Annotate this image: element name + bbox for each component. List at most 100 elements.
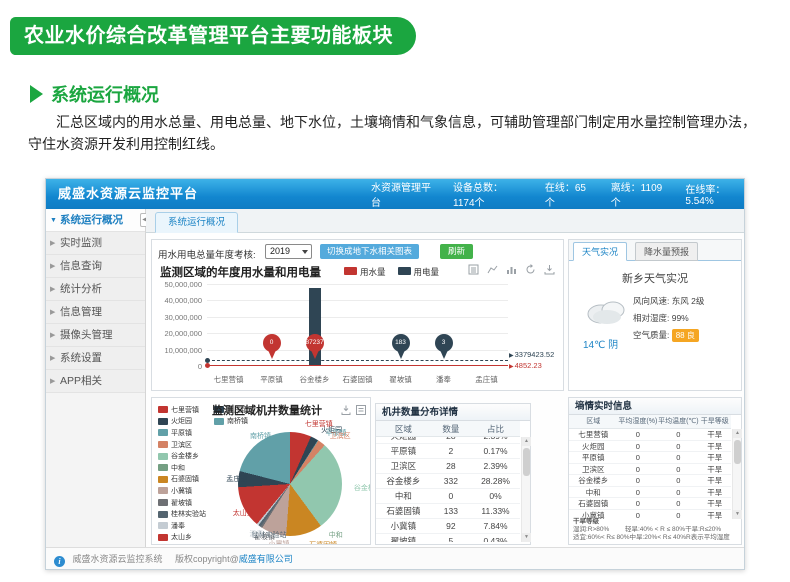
legend-label: 翟坡镇 [171, 498, 192, 508]
legend-water[interactable]: 用水量 [344, 266, 386, 278]
pie-legend-item-小冀镇[interactable]: 小冀镇 [158, 485, 206, 497]
gridline [207, 300, 508, 301]
table-row: 卫滨区282.39% [376, 459, 520, 474]
pie-label-谷金楼乡: 谷金楼乡 [354, 483, 371, 493]
table-cell: 干旱 [699, 441, 731, 452]
mark-point-平原镇: 0 [263, 334, 281, 364]
line-chart-icon[interactable] [487, 264, 498, 275]
legend-label: 卫滨区 [171, 440, 192, 450]
sidebar-item-label: 统计分析 [60, 283, 102, 295]
pie-legend-item-谷金楼乡[interactable]: 谷金楼乡 [158, 450, 206, 462]
scroll-up-icon[interactable]: ▲ [522, 437, 531, 446]
sidebar-item-7[interactable]: ▶APP相关 [46, 370, 145, 393]
table-cell: 卫滨区 [376, 459, 431, 473]
average-line-water-dot [205, 363, 210, 368]
average-line-water [207, 365, 508, 366]
table-cell: 火炬园 [569, 441, 618, 452]
sidebar-item-5[interactable]: ▶摄像头管理 [46, 324, 145, 347]
weather-temperature: 14℃ 阴 [583, 336, 618, 351]
well-table-scrollbar[interactable]: ▲ ▼ [521, 437, 530, 542]
tab-precip-forecast[interactable]: 降水量预报 [635, 242, 698, 261]
sidebar-item-0[interactable]: ▼系统运行概况◀ [46, 209, 145, 232]
legend-power[interactable]: 用电量 [398, 266, 440, 278]
pie-legend-item-翟坡镇[interactable]: 翟坡镇 [158, 497, 206, 509]
table-cell: 28 [431, 459, 471, 473]
mark-point-tail-icon [397, 350, 405, 363]
topbar-stat-4: 在线率：5.54% [685, 181, 744, 207]
y-tick-label: 10,000,000 [164, 346, 202, 355]
pie-legend-item-太山乡[interactable]: 太山乡 [158, 532, 206, 544]
table-cell: 干旱 [699, 452, 731, 463]
table-row: 石婆固镇00干旱 [569, 498, 731, 510]
sidebar-item-1[interactable]: ▶实时监测 [46, 232, 145, 255]
drought-legend-row1: 湿润:R>80%轻旱:40% < R ≤ 80%干旱:R≤20% [573, 526, 737, 534]
caret-down-icon: ▼ [50, 209, 57, 232]
data-view-icon[interactable] [356, 402, 366, 420]
pie-legend-item-平原镇[interactable]: 平原镇 [158, 427, 206, 439]
tab-weather-live[interactable]: 天气实况 [573, 242, 627, 261]
table-cell: 0 [658, 441, 699, 452]
drought-legend-entry: 轻旱:40% < R ≤ 80% [625, 526, 685, 534]
data-view-icon[interactable] [468, 264, 479, 275]
download-icon[interactable] [544, 264, 555, 275]
soil-panel: 墒情实时信息 区域平均湿度(%)平均温度(℃)干旱等级 七里营镇00干旱火炬园0… [568, 397, 742, 545]
table-cell: 平原镇 [376, 444, 431, 458]
table-cell: 0 [618, 452, 659, 463]
drought-legend-entry: 干旱:R≤20% [685, 526, 737, 534]
pie-chart-title: 监测区域机井数量统计 [212, 402, 322, 418]
sidebar-item-label: 实时监测 [60, 237, 102, 249]
table-row: 平原镇00干旱 [569, 452, 731, 464]
table-cell: 2.39% [471, 437, 520, 443]
topbar-stat-2: 在线：65个 [545, 179, 589, 209]
pie-legend-item-石婆固镇[interactable]: 石婆固镇 [158, 474, 206, 486]
table-row: 平原镇20.17% [376, 444, 520, 459]
legend-label: 石婆固镇 [171, 474, 199, 484]
restore-icon[interactable] [525, 264, 536, 275]
pie-legend-item-中和[interactable]: 中和 [158, 462, 206, 474]
scroll-down-icon[interactable]: ▼ [522, 533, 531, 542]
scroll-thumb[interactable] [734, 440, 741, 464]
soil-table-scrollbar[interactable]: ▲ ▼ [732, 429, 741, 519]
x-tick-label: 谷金楼乡 [293, 374, 336, 385]
scroll-thumb[interactable] [523, 448, 530, 476]
download-icon[interactable] [341, 402, 351, 420]
scroll-up-icon[interactable]: ▲ [733, 429, 742, 438]
bar-chart-icon[interactable] [506, 264, 517, 275]
table-cell: 0% [471, 489, 520, 503]
mark-point-谷金楼乡: 87237.7 [306, 334, 324, 364]
table-cell: 0 [618, 487, 659, 498]
sidebar-item-6[interactable]: ▶系统设置 [46, 347, 145, 370]
weather-wind: 风向风速: 东风 2级 [633, 295, 704, 307]
x-tick-label: 石婆固镇 [336, 374, 379, 385]
sidebar-item-2[interactable]: ▶信息查询 [46, 255, 145, 278]
soil-col-header: 平均湿度(%) [618, 415, 659, 428]
y-tick-label: 0 [198, 362, 202, 371]
table-cell: 28.28% [471, 474, 520, 488]
sidebar-item-label: 系统设置 [60, 352, 102, 364]
tab-system-overview[interactable]: 系统运行概况 [155, 212, 238, 233]
mark-point-tail-icon [311, 350, 319, 363]
switch-groundwater-button[interactable]: 切换成地下水相关图表 [320, 244, 419, 259]
pie-legend-item-桂林实验站[interactable]: 桂林实验站 [158, 508, 206, 520]
weather-panel: 天气实况 降水量预报 新乡天气实况 14℃ 阴 风向风速: 东风 2级 相对湿度… [568, 239, 742, 391]
bar-chart-legend: 用水量 用电量 [344, 266, 439, 278]
pie-chart[interactable] [238, 432, 342, 536]
well-table-title: 机井数量分布详情 [376, 404, 530, 421]
table-cell: 0 [658, 452, 699, 463]
table-row: 谷金楼乡33228.28% [376, 474, 520, 489]
table-cell: 2 [431, 444, 471, 458]
table-cell: 28 [431, 437, 471, 443]
refresh-button[interactable]: 刷新 [440, 244, 473, 259]
table-cell: 0 [658, 487, 699, 498]
year-select[interactable]: 2019 [265, 244, 312, 259]
pie-chart-panel: 监测区域机井数量统计 七里营镇火炬园平原镇卫滨区谷金楼乡中和石婆固镇小冀镇翟坡镇… [151, 397, 371, 545]
sidebar-item-3[interactable]: ▶统计分析 [46, 278, 145, 301]
table-cell: 0.43% [471, 534, 520, 542]
pie-legend-item-火炬园[interactable]: 火炬园 [158, 416, 206, 428]
footer-company-link[interactable]: 威盛有限公司 [239, 554, 293, 564]
sidebar-item-4[interactable]: ▶信息管理 [46, 301, 145, 324]
pie-legend-item-七里营镇[interactable]: 七里营镇 [158, 404, 206, 416]
table-cell: 小冀镇 [376, 519, 431, 533]
pie-legend-item-卫滨区[interactable]: 卫滨区 [158, 439, 206, 451]
pie-legend-item-潘奉[interactable]: 潘奉 [158, 520, 206, 532]
